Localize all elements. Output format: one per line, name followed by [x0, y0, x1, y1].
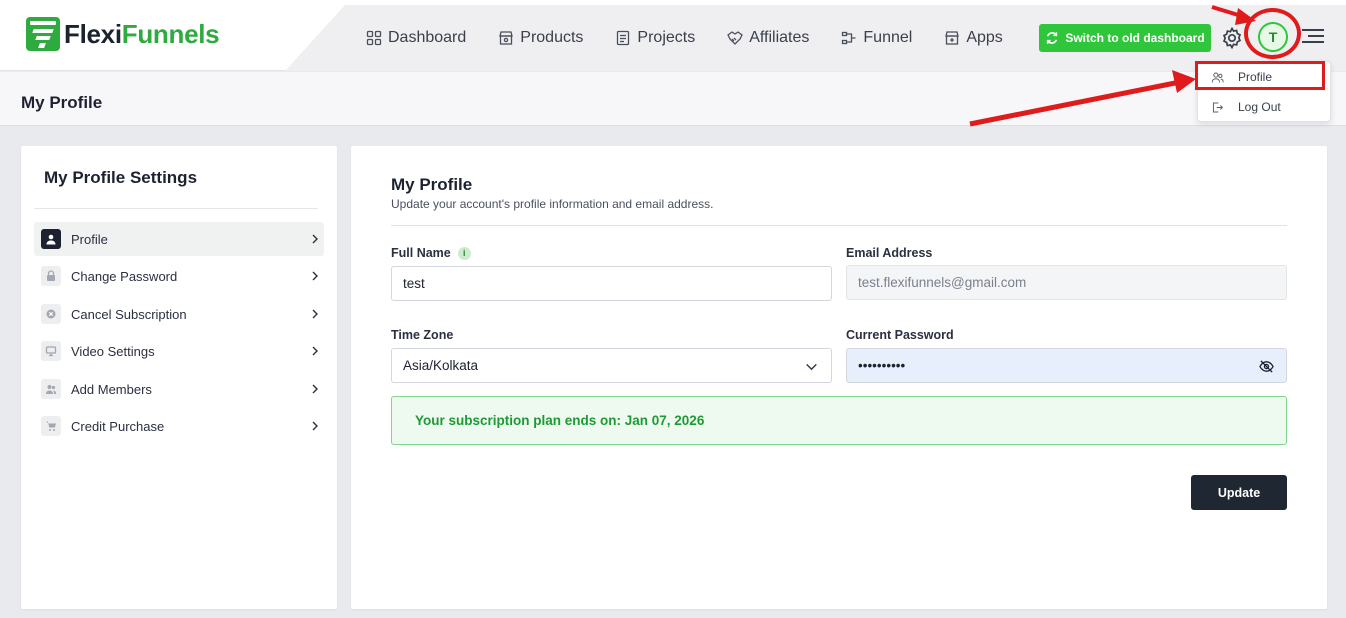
brand-name-part1: Flexi: [64, 18, 122, 49]
chevron-right-icon: [312, 234, 318, 244]
main-nav: Dashboard Products Projects Affiliates F…: [366, 27, 1035, 49]
timezone-label: Time Zone: [391, 328, 453, 342]
sidebar-item-label: Profile: [71, 231, 108, 247]
user-icon: [41, 229, 61, 249]
form-title: My Profile: [391, 175, 473, 194]
dropdown-logout-label: Log Out: [1238, 100, 1281, 114]
grid-icon: [366, 30, 382, 46]
email-value: test.flexifunnels@gmail.com: [858, 275, 1027, 290]
nav-products-label: Products: [520, 29, 584, 46]
logout-icon: [1212, 102, 1224, 112]
switch-dashboard-button[interactable]: Switch to old dashboard: [1039, 24, 1211, 52]
nav-affiliates-label: Affiliates: [749, 29, 810, 46]
monitor-icon: [41, 341, 61, 361]
sidebar-item-label: Cancel Subscription: [71, 306, 187, 322]
email-field: test.flexifunnels@gmail.com: [846, 265, 1287, 300]
chevron-right-icon: [312, 271, 318, 281]
full-name-label-text: Full Name: [391, 246, 451, 260]
full-name-input[interactable]: test: [391, 266, 832, 301]
sidebar-item-change-password[interactable]: Change Password: [34, 259, 324, 293]
handshake-icon: [727, 30, 744, 46]
nav-dashboard[interactable]: Dashboard: [366, 27, 466, 49]
chevron-right-icon: [312, 309, 318, 319]
password-value: ••••••••••: [858, 358, 906, 373]
refresh-icon: [1047, 32, 1058, 44]
chevron-right-icon: [312, 346, 318, 356]
top-navbar: FlexiFunnels Dashboard Products Projects: [0, 0, 1346, 71]
users-icon: [41, 379, 61, 399]
sidebar-item-add-members[interactable]: Add Members: [34, 372, 324, 406]
timezone-select[interactable]: Asia/Kolkata: [391, 348, 832, 383]
cancel-icon: [41, 304, 61, 324]
funnel-icon: [841, 30, 857, 46]
email-label-text: Email Address: [846, 246, 933, 260]
chevron-down-icon: [806, 363, 817, 371]
chevron-right-icon: [312, 384, 318, 394]
full-name-label: Full Name i: [391, 246, 471, 260]
nav-products[interactable]: Products: [498, 27, 583, 49]
nav-funnel-label: Funnel: [863, 29, 913, 46]
sidebar-item-credit-purchase[interactable]: Credit Purchase: [34, 409, 324, 443]
lock-icon: [41, 266, 61, 286]
sidebar-title: My Profile Settings: [44, 168, 198, 187]
settings-sidebar: My Profile Settings Profile Change Passw…: [21, 146, 337, 609]
nav-dashboard-label: Dashboard: [388, 29, 467, 46]
nav-affiliates[interactable]: Affiliates: [727, 27, 809, 49]
subscription-text: Your subscription plan ends on: Jan 07, …: [415, 413, 705, 428]
timezone-label-text: Time Zone: [391, 328, 454, 342]
sidebar-item-label: Change Password: [71, 268, 178, 284]
brand-logo[interactable]: FlexiFunnels: [26, 17, 220, 51]
page-header: My Profile: [0, 72, 1346, 126]
info-icon[interactable]: i: [457, 246, 471, 260]
form-subtitle: Update your account's profile informatio…: [391, 197, 714, 211]
sidebar-item-profile[interactable]: Profile: [34, 222, 324, 256]
full-name-value: test: [403, 276, 425, 291]
nav-apps[interactable]: Apps: [944, 27, 1003, 49]
chevron-right-icon: [312, 421, 318, 431]
nav-projects[interactable]: Projects: [615, 27, 695, 49]
funnel-logo-icon: [26, 17, 60, 51]
current-password-input[interactable]: ••••••••••: [846, 348, 1287, 383]
document-icon: [615, 30, 631, 46]
dropdown-logout-item[interactable]: Log Out: [1211, 100, 1281, 114]
form-divider: [391, 225, 1287, 226]
email-label: Email Address: [846, 246, 932, 260]
nav-projects-label: Projects: [637, 29, 696, 46]
annotation-circle: [1244, 8, 1301, 59]
brand-name-part2: Funnels: [121, 18, 220, 49]
annotation-highlight-box: [1195, 61, 1325, 90]
page-title: My Profile: [21, 93, 103, 112]
sidebar-item-cancel-subscription[interactable]: Cancel Subscription: [34, 297, 324, 331]
nav-apps-label: Apps: [966, 29, 1003, 46]
brand-name: FlexiFunnels: [64, 18, 220, 50]
password-label-text: Current Password: [846, 328, 954, 342]
sidebar-item-label: Credit Purchase: [71, 418, 165, 434]
eye-off-icon[interactable]: [1259, 359, 1274, 374]
subscription-status-alert: Your subscription plan ends on: Jan 07, …: [391, 396, 1287, 445]
sidebar-item-label: Add Members: [71, 381, 152, 397]
update-button[interactable]: Update: [1191, 475, 1287, 510]
apps-store-icon: [944, 30, 960, 46]
menu-icon[interactable]: [1302, 27, 1324, 45]
sidebar-item-video-settings[interactable]: Video Settings: [34, 334, 324, 368]
password-label: Current Password: [846, 328, 954, 342]
store-icon: [498, 30, 514, 46]
nav-funnel[interactable]: Funnel: [841, 27, 912, 49]
cart-icon: [41, 416, 61, 436]
sidebar-divider: [34, 208, 318, 209]
timezone-value: Asia/Kolkata: [403, 358, 479, 373]
gear-icon[interactable]: [1220, 26, 1244, 50]
switch-dashboard-label: Switch to old dashboard: [1065, 31, 1205, 45]
profile-form-card: My Profile Update your account's profile…: [351, 146, 1327, 609]
sidebar-item-label: Video Settings: [71, 343, 155, 359]
